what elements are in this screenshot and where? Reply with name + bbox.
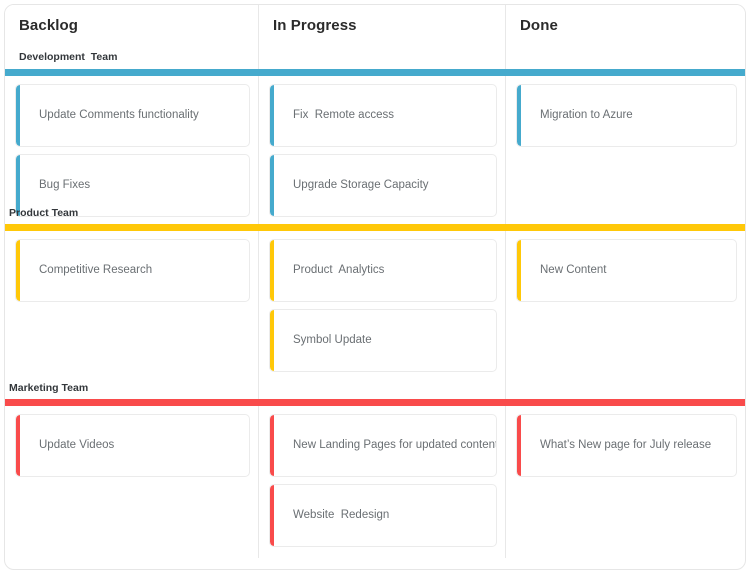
card-accent-bar xyxy=(270,485,274,546)
card[interactable]: What’s New page for July release xyxy=(516,414,737,477)
card-accent-bar xyxy=(270,85,274,146)
card-accent-bar xyxy=(270,240,274,301)
card[interactable]: New Content xyxy=(516,239,737,302)
card-accent-bar xyxy=(270,415,274,476)
card-title: Product Analytics xyxy=(293,264,385,276)
lane-cell-development-backlog[interactable]: Update Comments functionality Bug Fixes … xyxy=(5,76,259,224)
card[interactable]: Upgrade Storage Capacity xyxy=(269,154,497,217)
column-title: Done xyxy=(520,17,558,34)
card-title: Update Videos xyxy=(39,439,115,451)
card[interactable]: Product Analytics xyxy=(269,239,497,302)
card-title: Migration to Azure xyxy=(540,109,633,121)
card[interactable]: Update Videos xyxy=(15,414,250,477)
card[interactable]: Competitive Research xyxy=(15,239,250,302)
card[interactable]: Fix Remote access xyxy=(269,84,497,147)
card[interactable]: Update Comments functionality xyxy=(15,84,250,147)
card[interactable]: Migration to Azure xyxy=(516,84,737,147)
lane-divider-development-team xyxy=(5,69,745,76)
card-title: Upgrade Storage Capacity xyxy=(293,179,429,191)
card-title: New Landing Pages for updated content xyxy=(293,439,497,451)
card[interactable]: Symbol Update xyxy=(269,309,497,372)
card-title: Website Redesign xyxy=(293,509,390,521)
board-header-row: Backlog Development Team In Progress Don… xyxy=(5,5,745,69)
kanban-board: Backlog Development Team In Progress Don… xyxy=(4,4,746,570)
lane-cell-development-in-progress[interactable]: Fix Remote access Upgrade Storage Capaci… xyxy=(259,76,506,224)
lane-cell-marketing-in-progress[interactable]: New Landing Pages for updated content We… xyxy=(259,406,506,558)
card[interactable]: Website Redesign xyxy=(269,484,497,547)
card-title: Update Comments functionality xyxy=(39,109,199,121)
card-accent-bar xyxy=(517,240,521,301)
card-accent-bar xyxy=(517,415,521,476)
lane-body-product-team: Competitive Research Marketing Team Prod… xyxy=(5,231,745,399)
lane-label-development-team: Development Team xyxy=(19,51,118,63)
lane-cell-development-done[interactable]: Migration to Azure xyxy=(506,76,745,224)
lane-body-development-team: Update Comments functionality Bug Fixes … xyxy=(5,76,745,224)
card-accent-bar xyxy=(270,310,274,371)
card-title: Fix Remote access xyxy=(293,109,394,121)
lane-divider-marketing-team xyxy=(5,399,745,406)
card-title: New Content xyxy=(540,264,607,276)
column-title: In Progress xyxy=(273,17,357,34)
lane-cell-product-done[interactable]: New Content xyxy=(506,231,745,399)
column-title: Backlog xyxy=(19,17,79,34)
lane-body-marketing-team: Update Videos New Landing Pages for upda… xyxy=(5,406,745,558)
card-title: Competitive Research xyxy=(39,264,153,276)
column-header-backlog[interactable]: Backlog Development Team xyxy=(5,5,259,69)
card-title: Bug Fixes xyxy=(39,179,91,191)
lane-label-marketing-team: Marketing Team xyxy=(9,382,89,394)
card-title: Symbol Update xyxy=(293,334,372,346)
lane-cell-marketing-done[interactable]: What’s New page for July release xyxy=(506,406,745,558)
lane-divider-product-team xyxy=(5,224,745,231)
lane-label-product-team: Product Team xyxy=(9,207,79,219)
column-header-in-progress[interactable]: In Progress xyxy=(259,5,506,69)
column-header-done[interactable]: Done xyxy=(506,5,745,69)
card-accent-bar xyxy=(16,85,20,146)
card-accent-bar xyxy=(16,415,20,476)
lane-cell-marketing-backlog[interactable]: Update Videos xyxy=(5,406,259,558)
card-title: What’s New page for July release xyxy=(540,439,712,451)
card[interactable]: New Landing Pages for updated content xyxy=(269,414,497,477)
card-accent-bar xyxy=(270,155,274,216)
card-accent-bar xyxy=(517,85,521,146)
lane-cell-product-backlog[interactable]: Competitive Research Marketing Team xyxy=(5,231,259,399)
card-accent-bar xyxy=(16,240,20,301)
lane-cell-product-in-progress[interactable]: Product Analytics Symbol Update xyxy=(259,231,506,399)
